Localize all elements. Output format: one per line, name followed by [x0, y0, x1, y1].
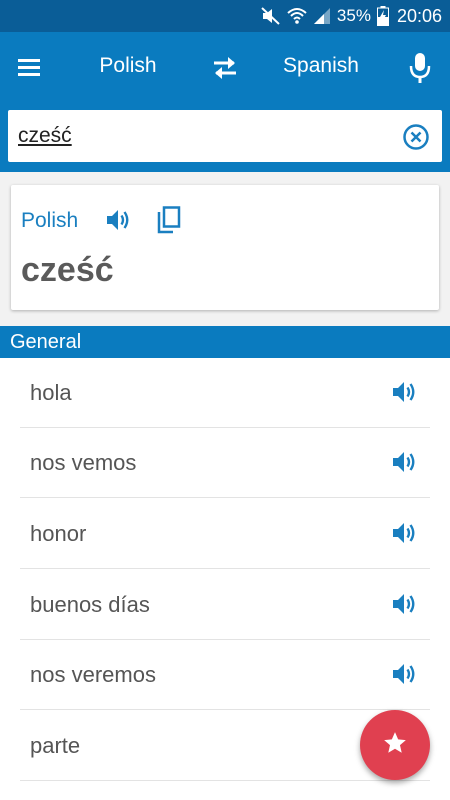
hamburger-menu-icon[interactable] — [14, 52, 46, 84]
list-item[interactable]: hola — [20, 358, 430, 428]
favorite-fab-button[interactable] — [360, 710, 430, 780]
word-card: Polish cześć — [11, 185, 439, 310]
signal-icon — [313, 7, 331, 25]
search-box — [8, 110, 442, 162]
copy-icon[interactable] — [155, 205, 183, 235]
translation-text: nos vemos — [30, 450, 137, 475]
list-item[interactable]: nos veremos — [20, 640, 430, 710]
source-language-selector[interactable]: Polish — [78, 54, 178, 78]
search-input[interactable] — [18, 122, 378, 150]
list-item[interactable]: honor — [20, 499, 430, 569]
microphone-icon[interactable] — [404, 50, 436, 86]
translation-text: buenos días — [30, 592, 150, 617]
list-item[interactable]: nos vemos — [20, 428, 430, 498]
wifi-icon — [287, 7, 307, 25]
clear-circle-icon[interactable] — [402, 123, 430, 151]
status-bar: 35% 20:06 — [0, 0, 450, 32]
section-header: General — [0, 326, 450, 358]
translation-text: nos veremos — [30, 662, 156, 687]
list-item[interactable]: buenos días — [20, 570, 430, 640]
battery-percent: 35% — [336, 6, 371, 25]
swap-languages-icon[interactable] — [208, 52, 242, 84]
translation-text: honor — [30, 521, 87, 546]
mute-icon — [261, 7, 281, 25]
speaker-icon[interactable] — [390, 660, 418, 688]
translation-text: parte — [30, 733, 81, 758]
speaker-icon[interactable] — [390, 448, 418, 476]
word-language-label: Polish — [21, 209, 79, 232]
speaker-icon[interactable] — [390, 519, 418, 547]
app-toolbar: Polish Spanish — [0, 32, 450, 104]
source-word: cześć — [21, 251, 114, 289]
star-icon — [382, 730, 408, 761]
battery-charging-icon — [376, 6, 389, 26]
speaker-icon[interactable] — [104, 206, 132, 234]
clock: 20:06 — [396, 5, 442, 26]
target-language-selector[interactable]: Spanish — [266, 54, 376, 78]
translation-text: hola — [30, 380, 72, 405]
speaker-icon[interactable] — [390, 378, 418, 406]
speaker-icon[interactable] — [390, 590, 418, 618]
search-area — [0, 104, 450, 172]
